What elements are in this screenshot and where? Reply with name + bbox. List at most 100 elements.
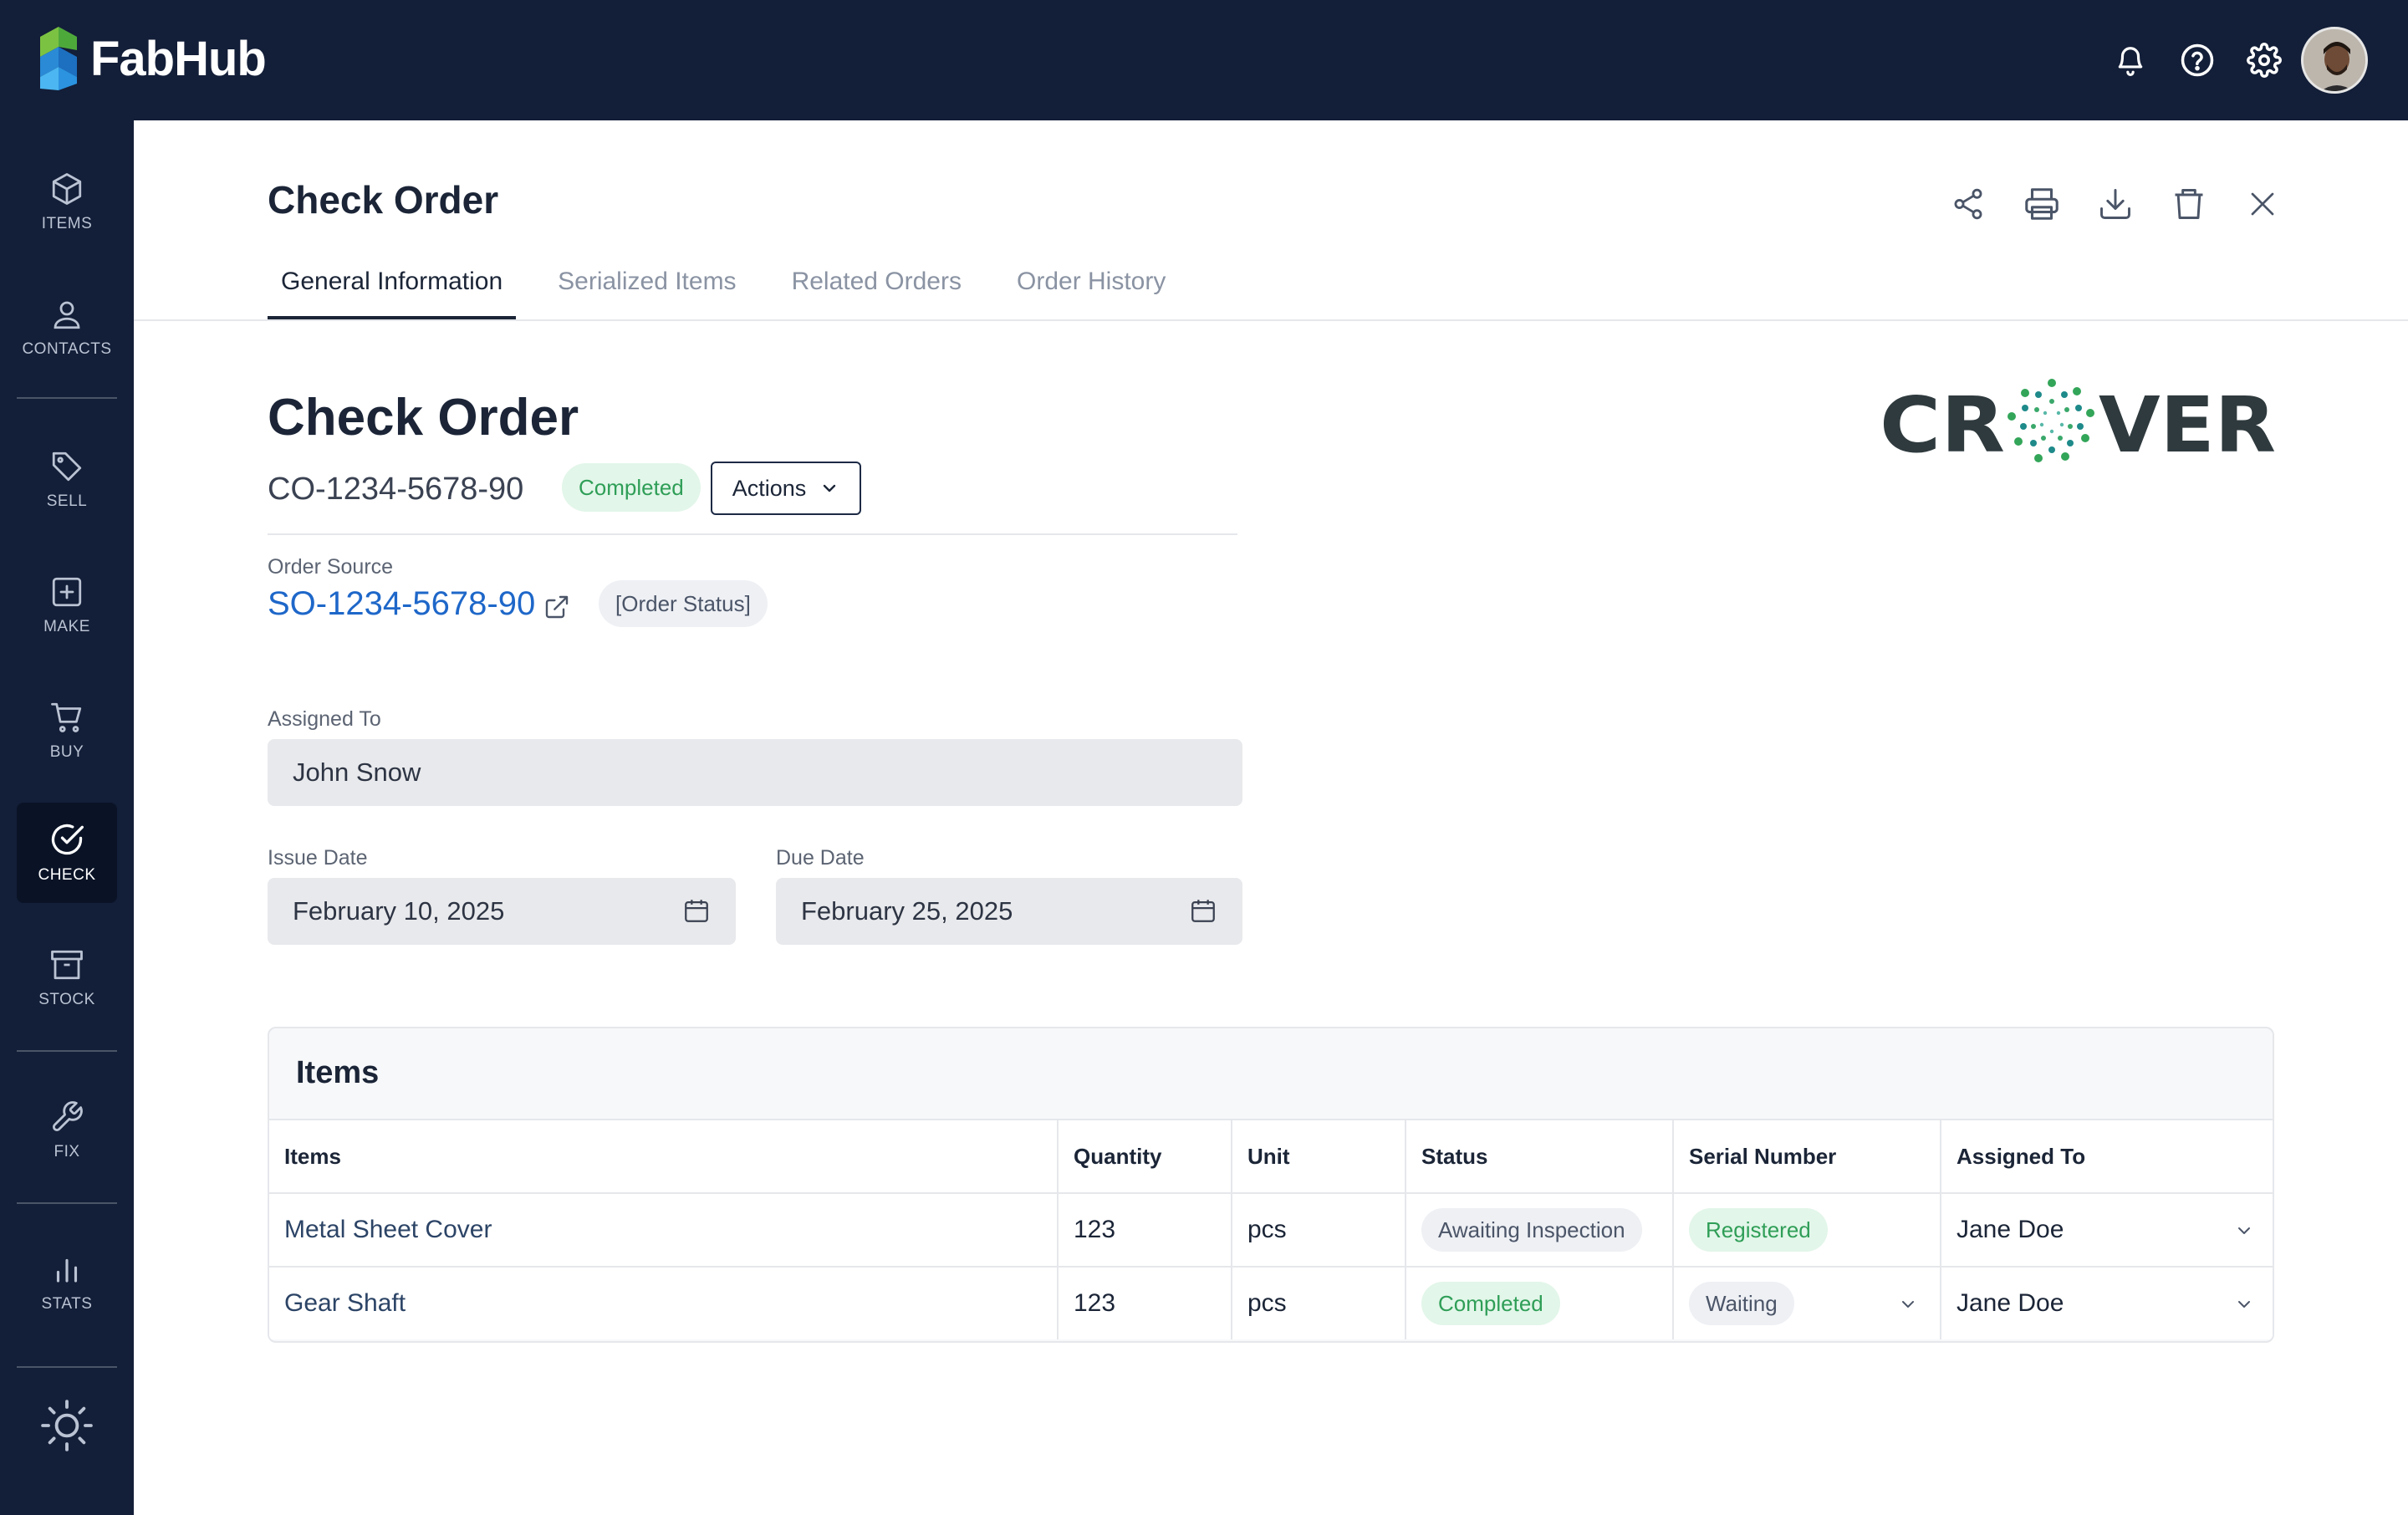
items-card-title: Items: [296, 1055, 380, 1090]
issue-date-label: Issue Date: [268, 846, 368, 870]
gear-icon[interactable]: [2231, 27, 2298, 94]
header-actions: [1931, 167, 2299, 241]
item-unit: pcs: [1232, 1194, 1406, 1266]
sidebar-item-fix[interactable]: FIX: [17, 1080, 117, 1181]
cart-icon: [51, 702, 82, 732]
tab-general-information[interactable]: General Information: [268, 268, 517, 319]
item-status-badge: Completed: [1421, 1282, 1560, 1325]
tab-related-orders[interactable]: Related Orders: [778, 268, 975, 319]
sidebar: ITEMS CONTACTS SELL MAKE BUY CHECK STOCK…: [0, 120, 134, 1515]
order-divider: [268, 533, 1237, 535]
column-header[interactable]: Items: [269, 1120, 1059, 1192]
issue-date-field[interactable]: February 10, 2025: [268, 878, 736, 945]
share-icon[interactable]: [1931, 167, 2005, 241]
actions-button[interactable]: Actions: [711, 462, 861, 515]
main-panel: Check Order General Information Serializ…: [134, 120, 2408, 1515]
items-card: Items Items Quantity Unit Status Serial …: [268, 1027, 2274, 1343]
item-quantity: 123: [1059, 1268, 1232, 1339]
chevron-down-icon: [2238, 1301, 2250, 1308]
item-quantity: 123: [1059, 1194, 1232, 1266]
archive-icon: [51, 950, 83, 980]
table-row: Metal Sheet Cover 123 pcs Awaiting Inspe…: [269, 1192, 2273, 1266]
issue-date-value: February 10, 2025: [293, 896, 505, 926]
sidebar-item-contacts[interactable]: CONTACTS: [17, 278, 117, 378]
due-date-value: February 25, 2025: [801, 896, 1013, 926]
assigned-to-field[interactable]: John Snow: [268, 739, 1242, 806]
column-header[interactable]: Assigned To: [1941, 1120, 2273, 1192]
tab-order-history[interactable]: Order History: [1003, 268, 1179, 319]
column-header[interactable]: Status: [1406, 1120, 1674, 1192]
sidebar-item-make[interactable]: MAKE: [17, 555, 117, 655]
user-avatar[interactable]: [2301, 27, 2368, 94]
wrench-icon: [53, 1101, 83, 1131]
app-name: FabHub: [90, 31, 267, 86]
sidebar-item-label: MAKE: [43, 618, 90, 635]
chevron-down-icon: [2238, 1227, 2250, 1234]
item-name-link[interactable]: Gear Shaft: [269, 1268, 1059, 1339]
download-icon[interactable]: [2079, 167, 2152, 241]
sidebar-item-items[interactable]: ITEMS: [17, 152, 117, 252]
assigned-to-value: Jane Doe: [1956, 1289, 2064, 1317]
due-date-label: Due Date: [776, 846, 865, 870]
svg-text:VER: VER: [2099, 380, 2276, 468]
assigned-to-value: John Snow: [293, 758, 421, 787]
order-status-badge: [Order Status]: [599, 580, 768, 627]
check-circle-icon: [51, 824, 84, 855]
tag-icon: [52, 451, 82, 482]
plus-square-icon: [52, 577, 82, 607]
calendar-icon[interactable]: [1189, 896, 1217, 925]
column-header[interactable]: Serial Number: [1674, 1120, 1941, 1192]
column-header[interactable]: Unit: [1232, 1120, 1406, 1192]
sidebar-divider: [17, 1366, 117, 1368]
top-bar: FabHub: [0, 0, 2408, 120]
item-status-cell: Awaiting Inspection: [1406, 1194, 1674, 1266]
sidebar-item-label: FIX: [54, 1143, 80, 1160]
sidebar-item-label: ITEMS: [41, 215, 93, 232]
help-icon[interactable]: [2164, 27, 2231, 94]
tab-bar: General Information Serialized Items Rel…: [268, 268, 1207, 319]
fabhub-logo-icon: [40, 27, 77, 90]
svg-text:CR: CR: [1880, 380, 2005, 468]
bar-chart-icon: [56, 1258, 78, 1283]
sidebar-item-stats[interactable]: STATS: [17, 1232, 117, 1333]
sun-icon: [41, 1400, 93, 1451]
item-unit: pcs: [1232, 1268, 1406, 1339]
sidebar-item-stock[interactable]: STOCK: [17, 928, 117, 1028]
table-header-row: Items Quantity Unit Status Serial Number…: [269, 1119, 2273, 1192]
item-name-link[interactable]: Metal Sheet Cover: [269, 1194, 1059, 1266]
sidebar-item-label: BUY: [49, 743, 84, 761]
actions-label: Actions: [732, 475, 807, 501]
assigned-to-select[interactable]: Jane Doe: [1941, 1194, 2273, 1266]
due-date-field[interactable]: February 25, 2025: [776, 878, 1242, 945]
items-table: Items Quantity Unit Status Serial Number…: [269, 1119, 2273, 1339]
sidebar-divider: [17, 1202, 117, 1204]
calendar-icon[interactable]: [682, 896, 711, 925]
page-title: Check Order: [268, 178, 499, 222]
close-icon[interactable]: [2226, 167, 2299, 241]
trash-icon[interactable]: [2152, 167, 2226, 241]
sidebar-item-label: CHECK: [38, 866, 96, 884]
item-status-badge: Awaiting Inspection: [1421, 1208, 1642, 1252]
print-icon[interactable]: [2005, 167, 2079, 241]
sidebar-item-sell[interactable]: SELL: [17, 430, 117, 530]
sidebar-item-buy[interactable]: BUY: [17, 681, 117, 781]
serial-number-select[interactable]: Waiting: [1674, 1268, 1941, 1339]
assigned-to-label: Assigned To: [268, 707, 381, 731]
order-title: Check Order: [268, 389, 579, 446]
tab-serialized-items[interactable]: Serialized Items: [544, 268, 749, 319]
column-header[interactable]: Quantity: [1059, 1120, 1232, 1192]
order-source-link[interactable]: SO-1234-5678-90: [268, 585, 535, 623]
assigned-to-select[interactable]: Jane Doe: [1941, 1268, 2273, 1339]
theme-toggle[interactable]: [17, 1380, 117, 1480]
order-source-label: Order Source: [268, 555, 394, 579]
person-icon: [54, 301, 80, 329]
sidebar-item-label: SELL: [46, 492, 88, 510]
serial-number-cell: Registered: [1674, 1194, 1941, 1266]
sidebar-item-label: CONTACTS: [22, 340, 112, 358]
fabhub-logo[interactable]: FabHub: [37, 25, 267, 92]
serial-status-badge: Registered: [1689, 1208, 1828, 1252]
bell-icon[interactable]: [2097, 27, 2164, 94]
table-row: Gear Shaft 123 pcs Completed Waiting Jan…: [269, 1266, 2273, 1339]
external-link-icon[interactable]: [543, 594, 570, 620]
sidebar-item-check[interactable]: CHECK: [17, 803, 117, 903]
